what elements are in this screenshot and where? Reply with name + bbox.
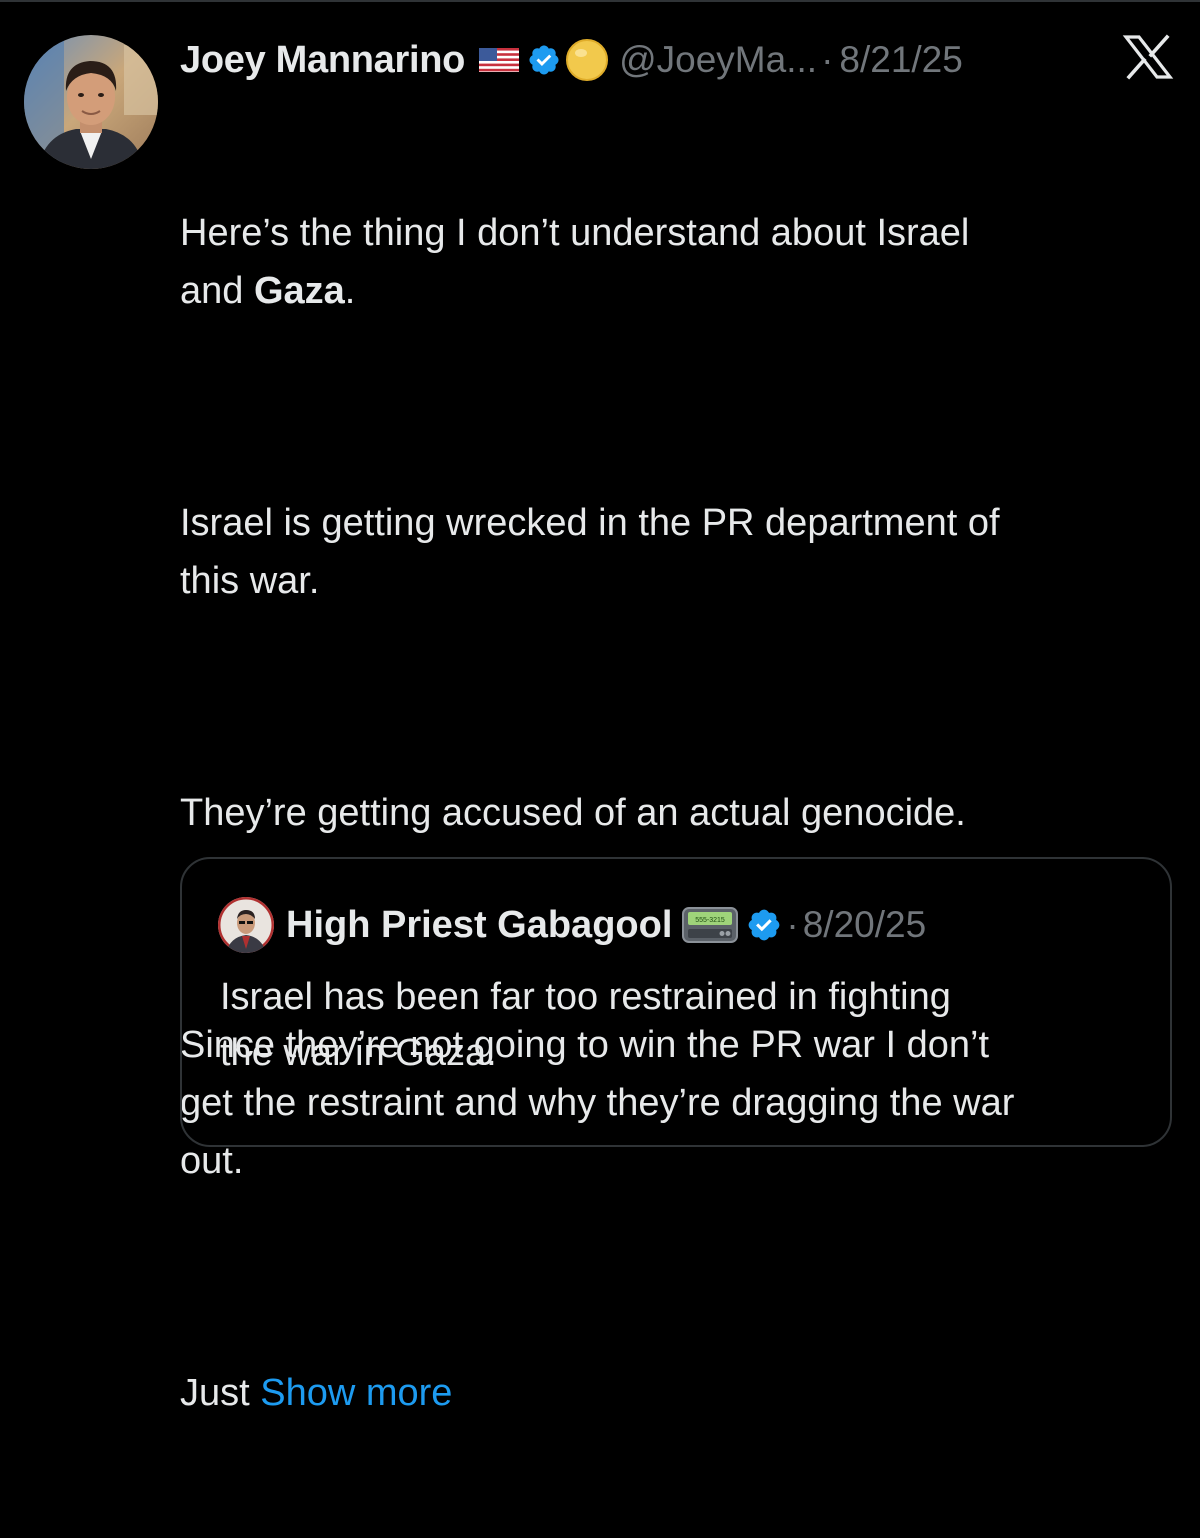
paragraph-text: Just: [180, 1372, 261, 1414]
tweet-paragraph-2: Israel is getting wrecked in the PR depa…: [180, 502, 1000, 602]
us-flag-icon: [479, 48, 520, 72]
tweet-paragraph-3: They’re getting accused of an actual gen…: [180, 792, 966, 834]
quoted-author-display-name[interactable]: High Priest Gabagool: [286, 904, 672, 947]
paragraph-text: .: [344, 270, 356, 312]
top-divider: [0, 0, 1200, 2]
tweet-paragraph-5: Just Show more: [180, 1364, 1180, 1422]
tweet-text: Here’s the thing I don’t understand abou…: [180, 88, 1180, 1538]
pager-icon: 555-3215: [682, 905, 739, 945]
quoted-tweet-text: Israel has been far too restrained in fi…: [220, 976, 951, 1074]
author-handle[interactable]: @JoeyMa...: [619, 39, 817, 81]
yellow-circle-icon: [565, 38, 609, 82]
pager-screen-text: 555-3215: [696, 917, 726, 924]
separator-dot: ·: [821, 39, 834, 80]
separator-dot: ·: [786, 904, 799, 945]
avatar-image: [24, 35, 158, 169]
quoted-author-avatar[interactable]: [218, 897, 274, 953]
quoted-tweet-card[interactable]: High Priest Gabagool 555-3215 · 8/20/25 …: [180, 857, 1172, 1147]
verified-badge-icon: [746, 907, 782, 943]
tweet-paragraph-1: Here’s the thing I don’t understand abou…: [180, 204, 1180, 320]
x-logo-icon[interactable]: [1122, 34, 1174, 80]
author-avatar[interactable]: [24, 35, 158, 169]
show-more-link[interactable]: Show more: [260, 1372, 452, 1414]
verified-badge-icon: [527, 43, 561, 77]
quoted-tweet-timestamp[interactable]: 8/20/25: [803, 904, 926, 946]
hashtag-gaza[interactable]: Gaza: [254, 270, 345, 312]
tweet-timestamp[interactable]: 8/21/25: [839, 39, 962, 81]
quoted-tweet-header: High Priest Gabagool 555-3215 · 8/20/25: [218, 897, 926, 953]
author-display-name[interactable]: Joey Mannarino: [180, 39, 465, 82]
tweet-header: Joey Mannarino @JoeyMa... · 8/21/25: [180, 32, 1180, 88]
